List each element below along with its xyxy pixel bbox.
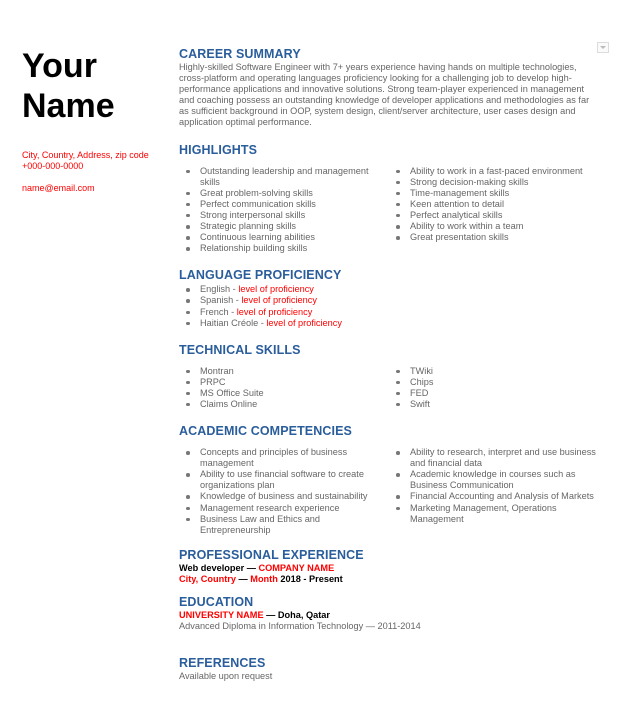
experience-section: PROFESSIONAL EXPERIENCE Web developer — … <box>179 548 599 585</box>
full-name: Your Name <box>22 47 115 125</box>
list-item: PRPC <box>179 377 389 388</box>
list-item: Relationship building skills <box>179 243 389 254</box>
list-item: Continuous learning abilities <box>179 232 389 243</box>
phone: +000-000-0000 <box>22 161 84 171</box>
references-section: REFERENCES Available upon request <box>179 656 599 682</box>
list-item: English - level of proficiency <box>179 284 599 295</box>
list-item: Perfect analytical skills <box>389 210 599 221</box>
language-section: LANGUAGE PROFICIENCY English - level of … <box>179 268 599 328</box>
career-summary-text: Highly-skilled Software Engineer with 7+… <box>179 62 590 128</box>
section-heading: LANGUAGE PROFICIENCY <box>179 268 342 283</box>
list-item: Concepts and principles of business mana… <box>179 447 389 469</box>
list-item: Financial Accounting and Analysis of Mar… <box>389 491 599 502</box>
list-item: Ability to research, interpret and use b… <box>389 447 599 469</box>
list-item: Chips <box>389 377 599 388</box>
contact-info: City, Country, Address, zip code +000-00… <box>22 150 172 172</box>
list-item: Knowledge of business and sustainability <box>179 491 389 502</box>
list-item: TWiki <box>389 366 599 377</box>
highlights-section: HIGHLIGHTS Outstanding leadership and ma… <box>179 143 599 255</box>
job-location-line: City, Country — Month 2018 - Present <box>179 573 343 584</box>
list-item: Ability to work in a fast-paced environm… <box>389 166 599 177</box>
academic-list-right: Ability to research, interpret and use b… <box>389 447 599 536</box>
career-summary-section: CAREER SUMMARY Highly-skilled Software E… <box>179 47 599 129</box>
email[interactable]: name@email.com <box>22 183 172 193</box>
section-heading: HIGHLIGHTS <box>179 142 258 157</box>
list-item: Ability to work within a team <box>389 221 599 232</box>
degree-line: Advanced Diploma in Information Technolo… <box>179 621 421 632</box>
list-item: Great presentation skills <box>389 232 599 243</box>
section-heading: PROFESSIONAL EXPERIENCE <box>179 547 364 562</box>
section-heading: TECHNICAL SKILLS <box>179 342 301 357</box>
tech-list-right: TWiki Chips FED Swift <box>389 366 599 410</box>
section-heading: REFERENCES <box>179 656 266 671</box>
tech-list-left: Montran PRPC MS Office Suite Claims Online <box>179 366 389 410</box>
list-item: Strategic planning skills <box>179 221 389 232</box>
list-item: Claims Online <box>179 399 389 410</box>
list-item: French - level of proficiency <box>179 307 599 318</box>
address: City, Country, Address, zip code <box>22 150 149 160</box>
academic-list-left: Concepts and principles of business mana… <box>179 447 389 536</box>
list-item: FED <box>389 388 599 399</box>
list-item: Outstanding leadership and management sk… <box>179 166 389 188</box>
section-heading: ACADEMIC COMPETENCIES <box>179 424 352 439</box>
references-text: Available upon request <box>179 671 273 682</box>
section-heading: EDUCATION <box>179 595 254 609</box>
list-item: MS Office Suite <box>179 388 389 399</box>
list-item: Swift <box>389 399 599 410</box>
list-item: Strong decision-making skills <box>389 177 599 188</box>
list-item: Haitian Créole - level of proficiency <box>179 318 599 329</box>
list-item: Perfect communication skills <box>179 199 389 210</box>
job-title-line: Web developer — COMPANY NAME <box>179 562 335 573</box>
list-item: Management research experience <box>179 503 389 514</box>
list-item: Spanish - level of proficiency <box>179 295 599 306</box>
resume-body: CAREER SUMMARY Highly-skilled Software E… <box>179 47 599 696</box>
contact-sidebar: Your Name City, Country, Address, zip co… <box>22 46 172 193</box>
language-list: English - level of proficiency Spanish -… <box>179 284 599 328</box>
section-heading: CAREER SUMMARY <box>179 47 301 61</box>
university-line: UNIVERSITY NAME — Doha, Qatar <box>179 610 330 620</box>
list-item: Business Law and Ethics and Entrepreneur… <box>179 514 389 536</box>
academic-section: ACADEMIC COMPETENCIES Concepts and princ… <box>179 424 599 536</box>
list-item: Keen attention to detail <box>389 199 599 210</box>
list-item: Marketing Management, Operations Managem… <box>389 503 599 525</box>
list-item: Time-management skills <box>389 188 599 199</box>
list-item: Great problem-solving skills <box>179 188 389 199</box>
list-item: Strong interpersonal skills <box>179 210 389 221</box>
technical-skills-section: TECHNICAL SKILLS Montran PRPC MS Office Su… <box>179 343 599 410</box>
education-section: EDUCATION UNIVERSITY NAME — Doha, Qatar … <box>179 595 599 632</box>
highlights-list-left: Outstanding leadership and management sk… <box>179 166 389 255</box>
list-item: Academic knowledge in courses such as Bu… <box>389 469 599 491</box>
list-item: Ability to use financial software to cre… <box>179 469 389 491</box>
list-item: Montran <box>179 366 389 377</box>
highlights-list-right: Ability to work in a fast-paced environm… <box>389 166 599 255</box>
